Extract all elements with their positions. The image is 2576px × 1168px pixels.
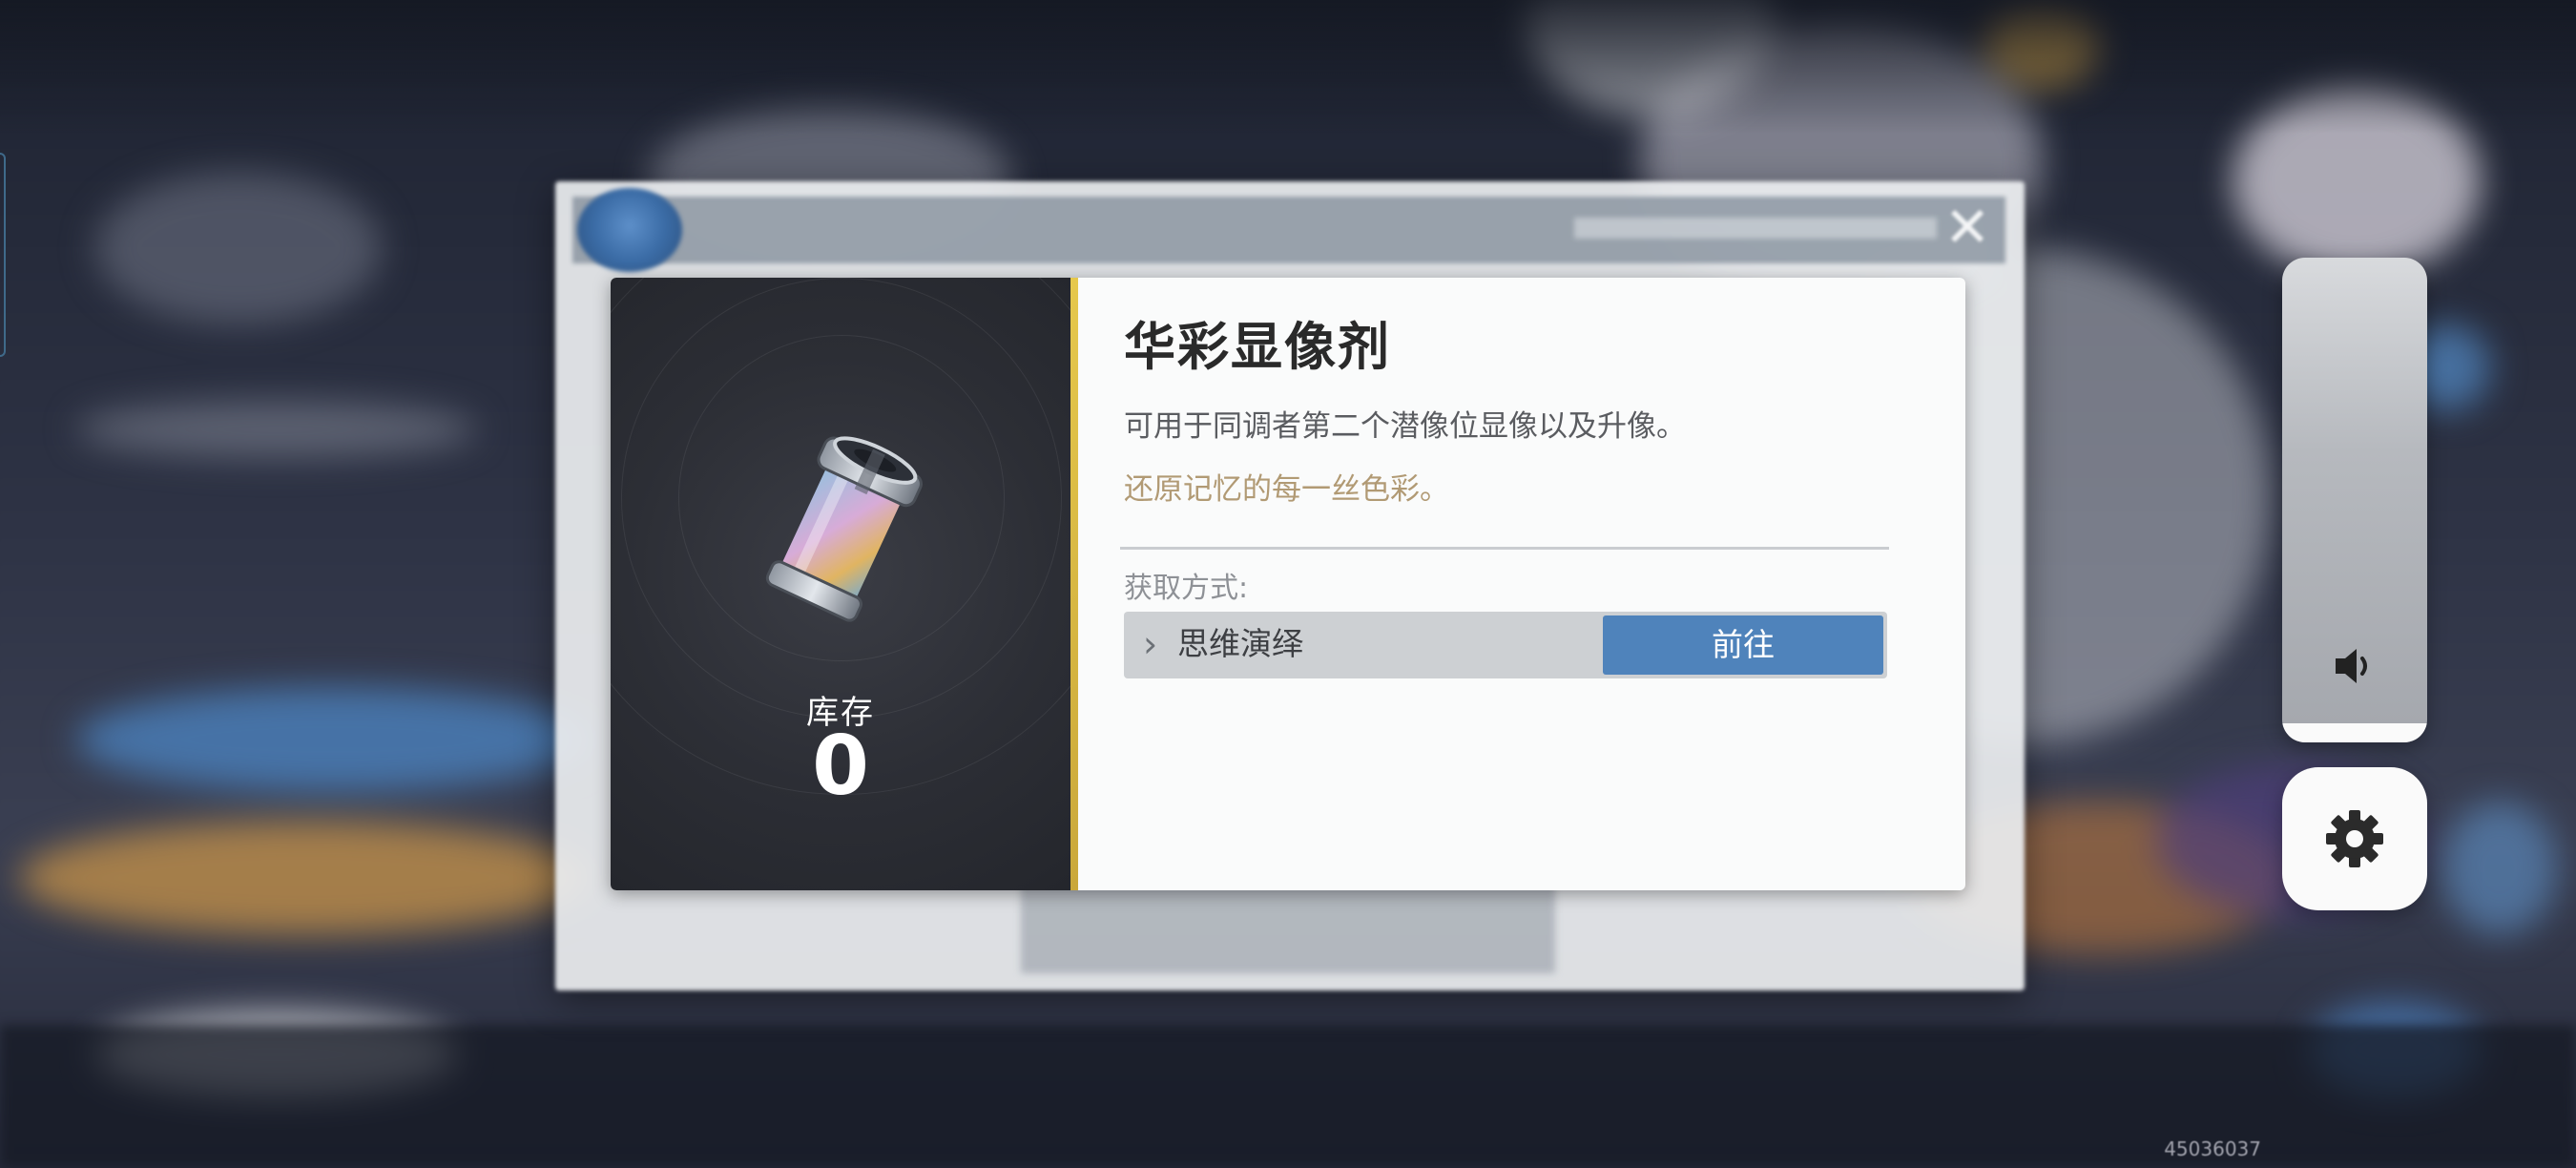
modal-header-emblem — [577, 188, 682, 272]
item-detail-card: 库存 0 华彩显像剂 可用于同调者第二个潜像位显像以及升像。 还原记忆的每一丝色… — [611, 278, 1965, 890]
item-canister-icon — [765, 436, 923, 622]
acquire-label: 获取方式: — [1124, 572, 1249, 605]
settings-button[interactable] — [2282, 767, 2427, 910]
build-id: 45036037 — [2164, 1137, 2261, 1160]
chevron-right-icon: › — [1143, 623, 1158, 665]
accent-divider — [1070, 278, 1078, 890]
acquire-source-name: 思维演绎 — [1177, 625, 1303, 662]
item-description: 可用于同调者第二个潜像位显像以及升像。 — [1124, 409, 1686, 444]
acquire-source-row: › 思维演绎 前往 — [1124, 612, 1887, 678]
background-left-strip — [0, 153, 6, 357]
background-top-bar — [0, 0, 2576, 134]
speaker-icon — [2336, 649, 2367, 683]
volume-slider[interactable] — [2282, 258, 2427, 742]
section-divider — [1120, 547, 1889, 550]
gear-icon — [2326, 810, 2383, 867]
item-info-panel: 华彩显像剂 可用于同调者第二个潜像位显像以及升像。 还原记忆的每一丝色彩。 获取… — [1078, 278, 1965, 890]
close-icon: ✕ — [1943, 195, 1991, 260]
item-name: 华彩显像剂 — [1124, 316, 1391, 377]
stock-count: 0 — [812, 719, 869, 814]
close-button[interactable]: ✕ — [1939, 198, 1996, 256]
item-flavor-text: 还原记忆的每一丝色彩。 — [1124, 472, 1449, 507]
goto-button[interactable]: 前往 — [1603, 615, 1883, 675]
modal-header-title — [706, 208, 720, 246]
item-preview-panel: 库存 0 — [611, 278, 1070, 890]
modal-header-subtitle — [1574, 218, 1937, 239]
modal-confirm-area — [1021, 878, 1555, 973]
volume-level-fill — [2282, 723, 2427, 742]
